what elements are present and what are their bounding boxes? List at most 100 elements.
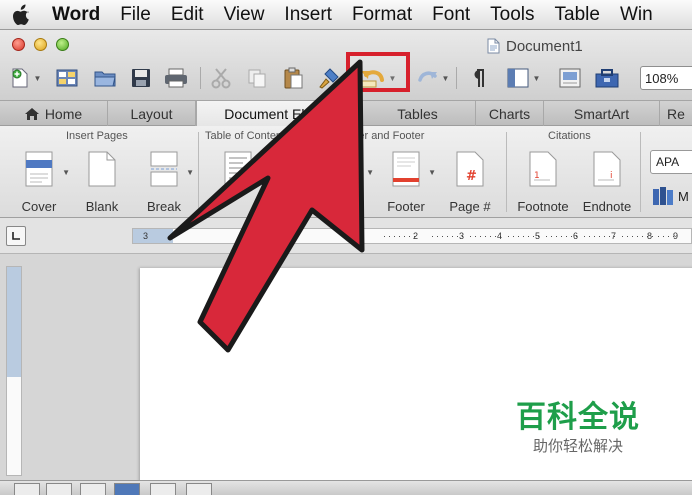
- home-icon: [24, 107, 39, 120]
- pilcrow-icon: [474, 69, 484, 87]
- tab-review[interactable]: Re: [660, 101, 692, 126]
- footer-button[interactable]: ▼ Footer: [376, 148, 436, 214]
- tab-stop-selector[interactable]: [6, 226, 26, 246]
- templates-button[interactable]: [52, 64, 82, 92]
- notebook-view-button[interactable]: [150, 483, 176, 495]
- tab-charts[interactable]: Charts: [476, 101, 544, 126]
- window-title: Document1: [487, 36, 583, 56]
- ruler-tick: 3: [459, 231, 465, 241]
- tab-label: Charts: [488, 105, 531, 122]
- manage-citations-button[interactable]: M: [652, 186, 689, 206]
- menu-font[interactable]: Font: [422, 4, 480, 26]
- draft-view-button[interactable]: [14, 483, 40, 495]
- new-document-button[interactable]: ▼: [6, 64, 44, 92]
- page-number-button[interactable]: # Page #: [440, 148, 500, 214]
- full-screen-view-button[interactable]: [186, 483, 212, 495]
- print-layout-view-button[interactable]: [114, 483, 140, 495]
- show-formatting-button[interactable]: [464, 64, 492, 92]
- tab-layout[interactable]: Layout: [108, 101, 196, 126]
- cover-label: Cover: [21, 199, 57, 214]
- tab-document-elements[interactable]: Document Eleme: [196, 101, 360, 126]
- group-separator: [640, 132, 641, 212]
- ruler-tick: 7: [611, 231, 617, 241]
- close-window-button[interactable]: [12, 38, 25, 51]
- tab-label: Document Eleme: [224, 105, 332, 122]
- menu-insert[interactable]: Insert: [274, 4, 342, 26]
- redo-button[interactable]: ▼: [412, 64, 452, 92]
- save-button[interactable]: [126, 64, 156, 92]
- tab-label: Home: [44, 105, 83, 122]
- group-title-citations: Citations: [548, 130, 591, 142]
- table-of-contents-button[interactable]: [208, 148, 268, 214]
- media-browser-button[interactable]: [554, 64, 586, 92]
- toolbox-icon: [595, 69, 619, 88]
- endnote-label: Endnote: [582, 199, 632, 214]
- page-number-label: Page #: [449, 199, 491, 214]
- vertical-ruler[interactable]: [6, 266, 22, 476]
- templates-icon: [56, 69, 78, 87]
- footnote-button[interactable]: 1 Footnote: [512, 148, 574, 214]
- endnote-button[interactable]: i Endnote: [576, 148, 638, 214]
- ruler-tick: 8: [647, 231, 653, 241]
- outline-view-button[interactable]: [46, 483, 72, 495]
- format-painter-icon: [319, 68, 339, 89]
- ruler-tick: 2: [413, 231, 419, 241]
- break-button[interactable]: ▼ Break: [134, 148, 194, 214]
- new-document-icon: [12, 68, 28, 88]
- copy-button[interactable]: [242, 64, 272, 92]
- header-label: er: [346, 199, 358, 214]
- watermark-subtitle: 助你轻松解决: [532, 437, 623, 455]
- menu-view[interactable]: View: [214, 4, 275, 26]
- menu-file[interactable]: File: [110, 4, 161, 26]
- menu-window[interactable]: Win: [610, 4, 663, 26]
- blank-page-button[interactable]: Blank: [72, 148, 132, 214]
- print-button[interactable]: [160, 64, 192, 92]
- format-painter-button[interactable]: [314, 64, 344, 92]
- minimize-window-button[interactable]: [34, 38, 47, 51]
- horizontal-ruler[interactable]: 3 1 ······· 2 ······· 3 ······· 4 ······…: [132, 228, 692, 244]
- zoom-select[interactable]: 108%: [640, 66, 692, 90]
- toolbar-separator: [456, 67, 457, 89]
- cut-button[interactable]: [206, 64, 236, 92]
- tab-home[interactable]: Home: [0, 101, 108, 126]
- toolbox-button[interactable]: [590, 64, 624, 92]
- paste-icon: [284, 67, 303, 89]
- sidebar-button[interactable]: ▼: [500, 64, 546, 92]
- publishing-view-button[interactable]: [80, 483, 106, 495]
- save-icon: [132, 69, 150, 87]
- tab-smartart[interactable]: SmartArt: [544, 101, 660, 126]
- blank-page-icon: [88, 151, 116, 187]
- menu-tools[interactable]: Tools: [480, 4, 544, 26]
- open-button[interactable]: [90, 64, 120, 92]
- books-icon: [653, 187, 673, 205]
- cover-button[interactable]: ▼ Cover: [8, 148, 70, 214]
- menu-edit[interactable]: Edit: [161, 4, 214, 26]
- status-bar: [0, 480, 692, 495]
- header-button[interactable]: ▼ er: [330, 148, 374, 214]
- table-of-contents-icon: [224, 151, 252, 187]
- menu-word[interactable]: Word: [44, 4, 110, 26]
- citation-style-value: APA: [656, 155, 680, 169]
- footnote-icon: 1: [529, 151, 557, 187]
- redo-icon: [417, 71, 437, 82]
- watermark-logo: 百科全说 助你轻松解决: [514, 400, 642, 456]
- ruler-tick: 9: [673, 231, 679, 241]
- manage-label: M: [678, 188, 689, 204]
- tab-tables[interactable]: Tables: [360, 101, 476, 126]
- apple-menu[interactable]: [0, 4, 44, 25]
- footer-icon: [392, 151, 420, 187]
- zoom-window-button[interactable]: [56, 38, 69, 51]
- ruler-tick: 1: [359, 231, 365, 241]
- paste-button[interactable]: [278, 64, 308, 92]
- group-title-table-of-contents: Table of Content: [205, 130, 286, 142]
- footer-label: Footer: [387, 199, 425, 214]
- group-title-header-footer: eader and Footer: [340, 130, 425, 142]
- ruler-row: 3 1 ······· 2 ······· 3 ······· 4 ······…: [0, 218, 692, 254]
- zoom-value: 108%: [645, 70, 679, 86]
- menu-format[interactable]: Format: [342, 4, 422, 26]
- ruler-margin: [7, 267, 21, 377]
- citation-style-select[interactable]: APA: [650, 150, 692, 174]
- copy-icon: [248, 69, 266, 88]
- menu-table[interactable]: Table: [545, 4, 610, 26]
- ruler-margin: [133, 229, 173, 243]
